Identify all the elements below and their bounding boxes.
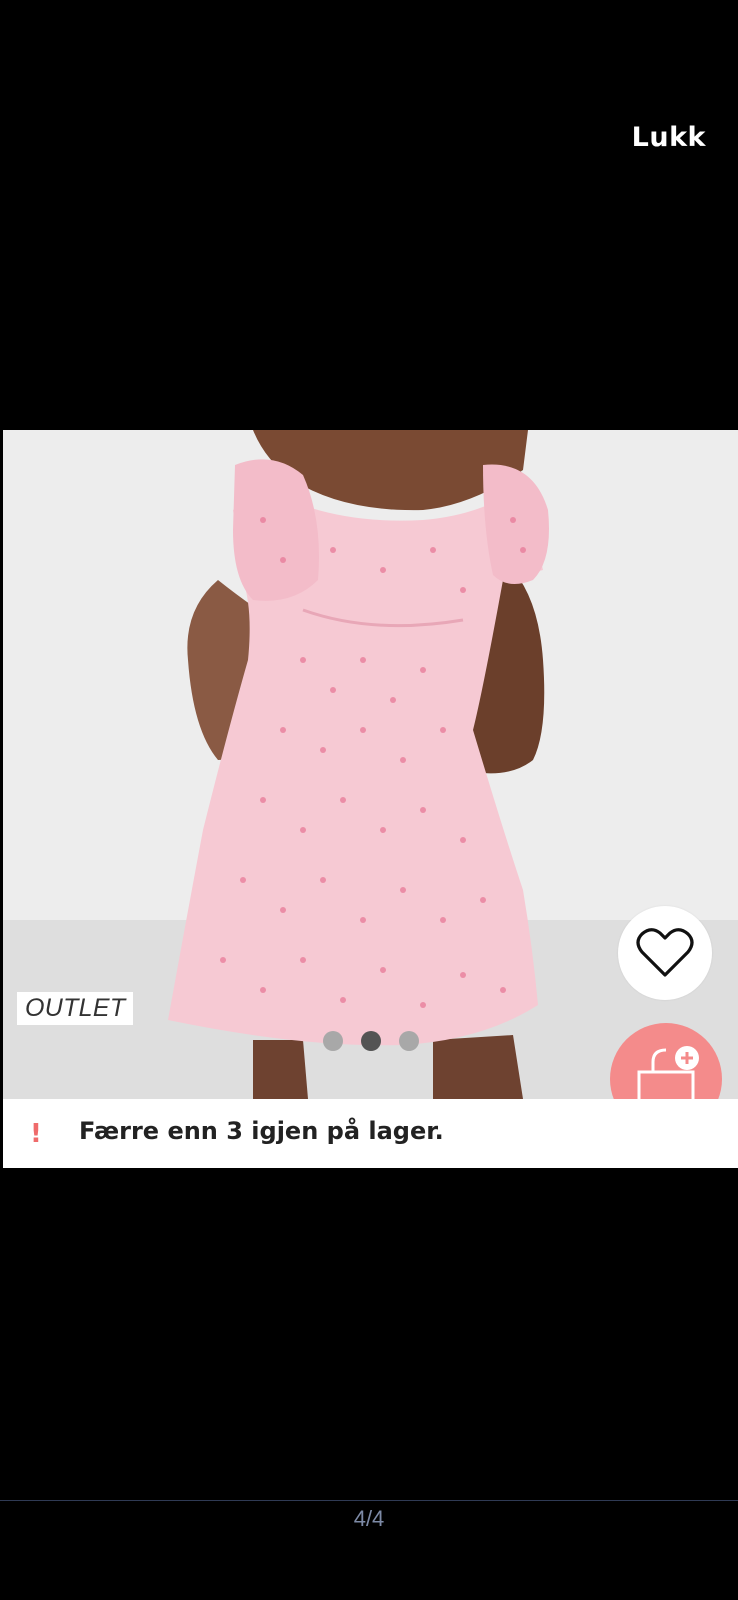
close-button[interactable]: Lukk: [632, 122, 706, 153]
favorite-button[interactable]: [618, 906, 712, 1000]
product-photo[interactable]: OUTLET: [3, 430, 738, 1099]
carousel-dot-active[interactable]: [361, 1031, 381, 1051]
warning-icon: !: [30, 1119, 42, 1149]
stock-message: Færre enn 3 igjen på lager.: [79, 1117, 444, 1145]
page-counter: 4/4: [353, 1506, 385, 1531]
product-card: OUTLET ! Færre enn 3 igjen på lager.: [3, 430, 738, 1168]
image-viewer: Lukk OUTLET ! Færre enn 3 igjen på lager…: [0, 0, 738, 1600]
outlet-badge: OUTLET: [17, 992, 134, 1025]
carousel-indicator: [323, 1031, 419, 1051]
heart-icon: [636, 928, 694, 977]
stock-notice: ! Færre enn 3 igjen på lager.: [3, 1099, 738, 1168]
carousel-dot[interactable]: [399, 1031, 419, 1051]
carousel-dot[interactable]: [323, 1031, 343, 1051]
footer-divider: [0, 1500, 738, 1501]
